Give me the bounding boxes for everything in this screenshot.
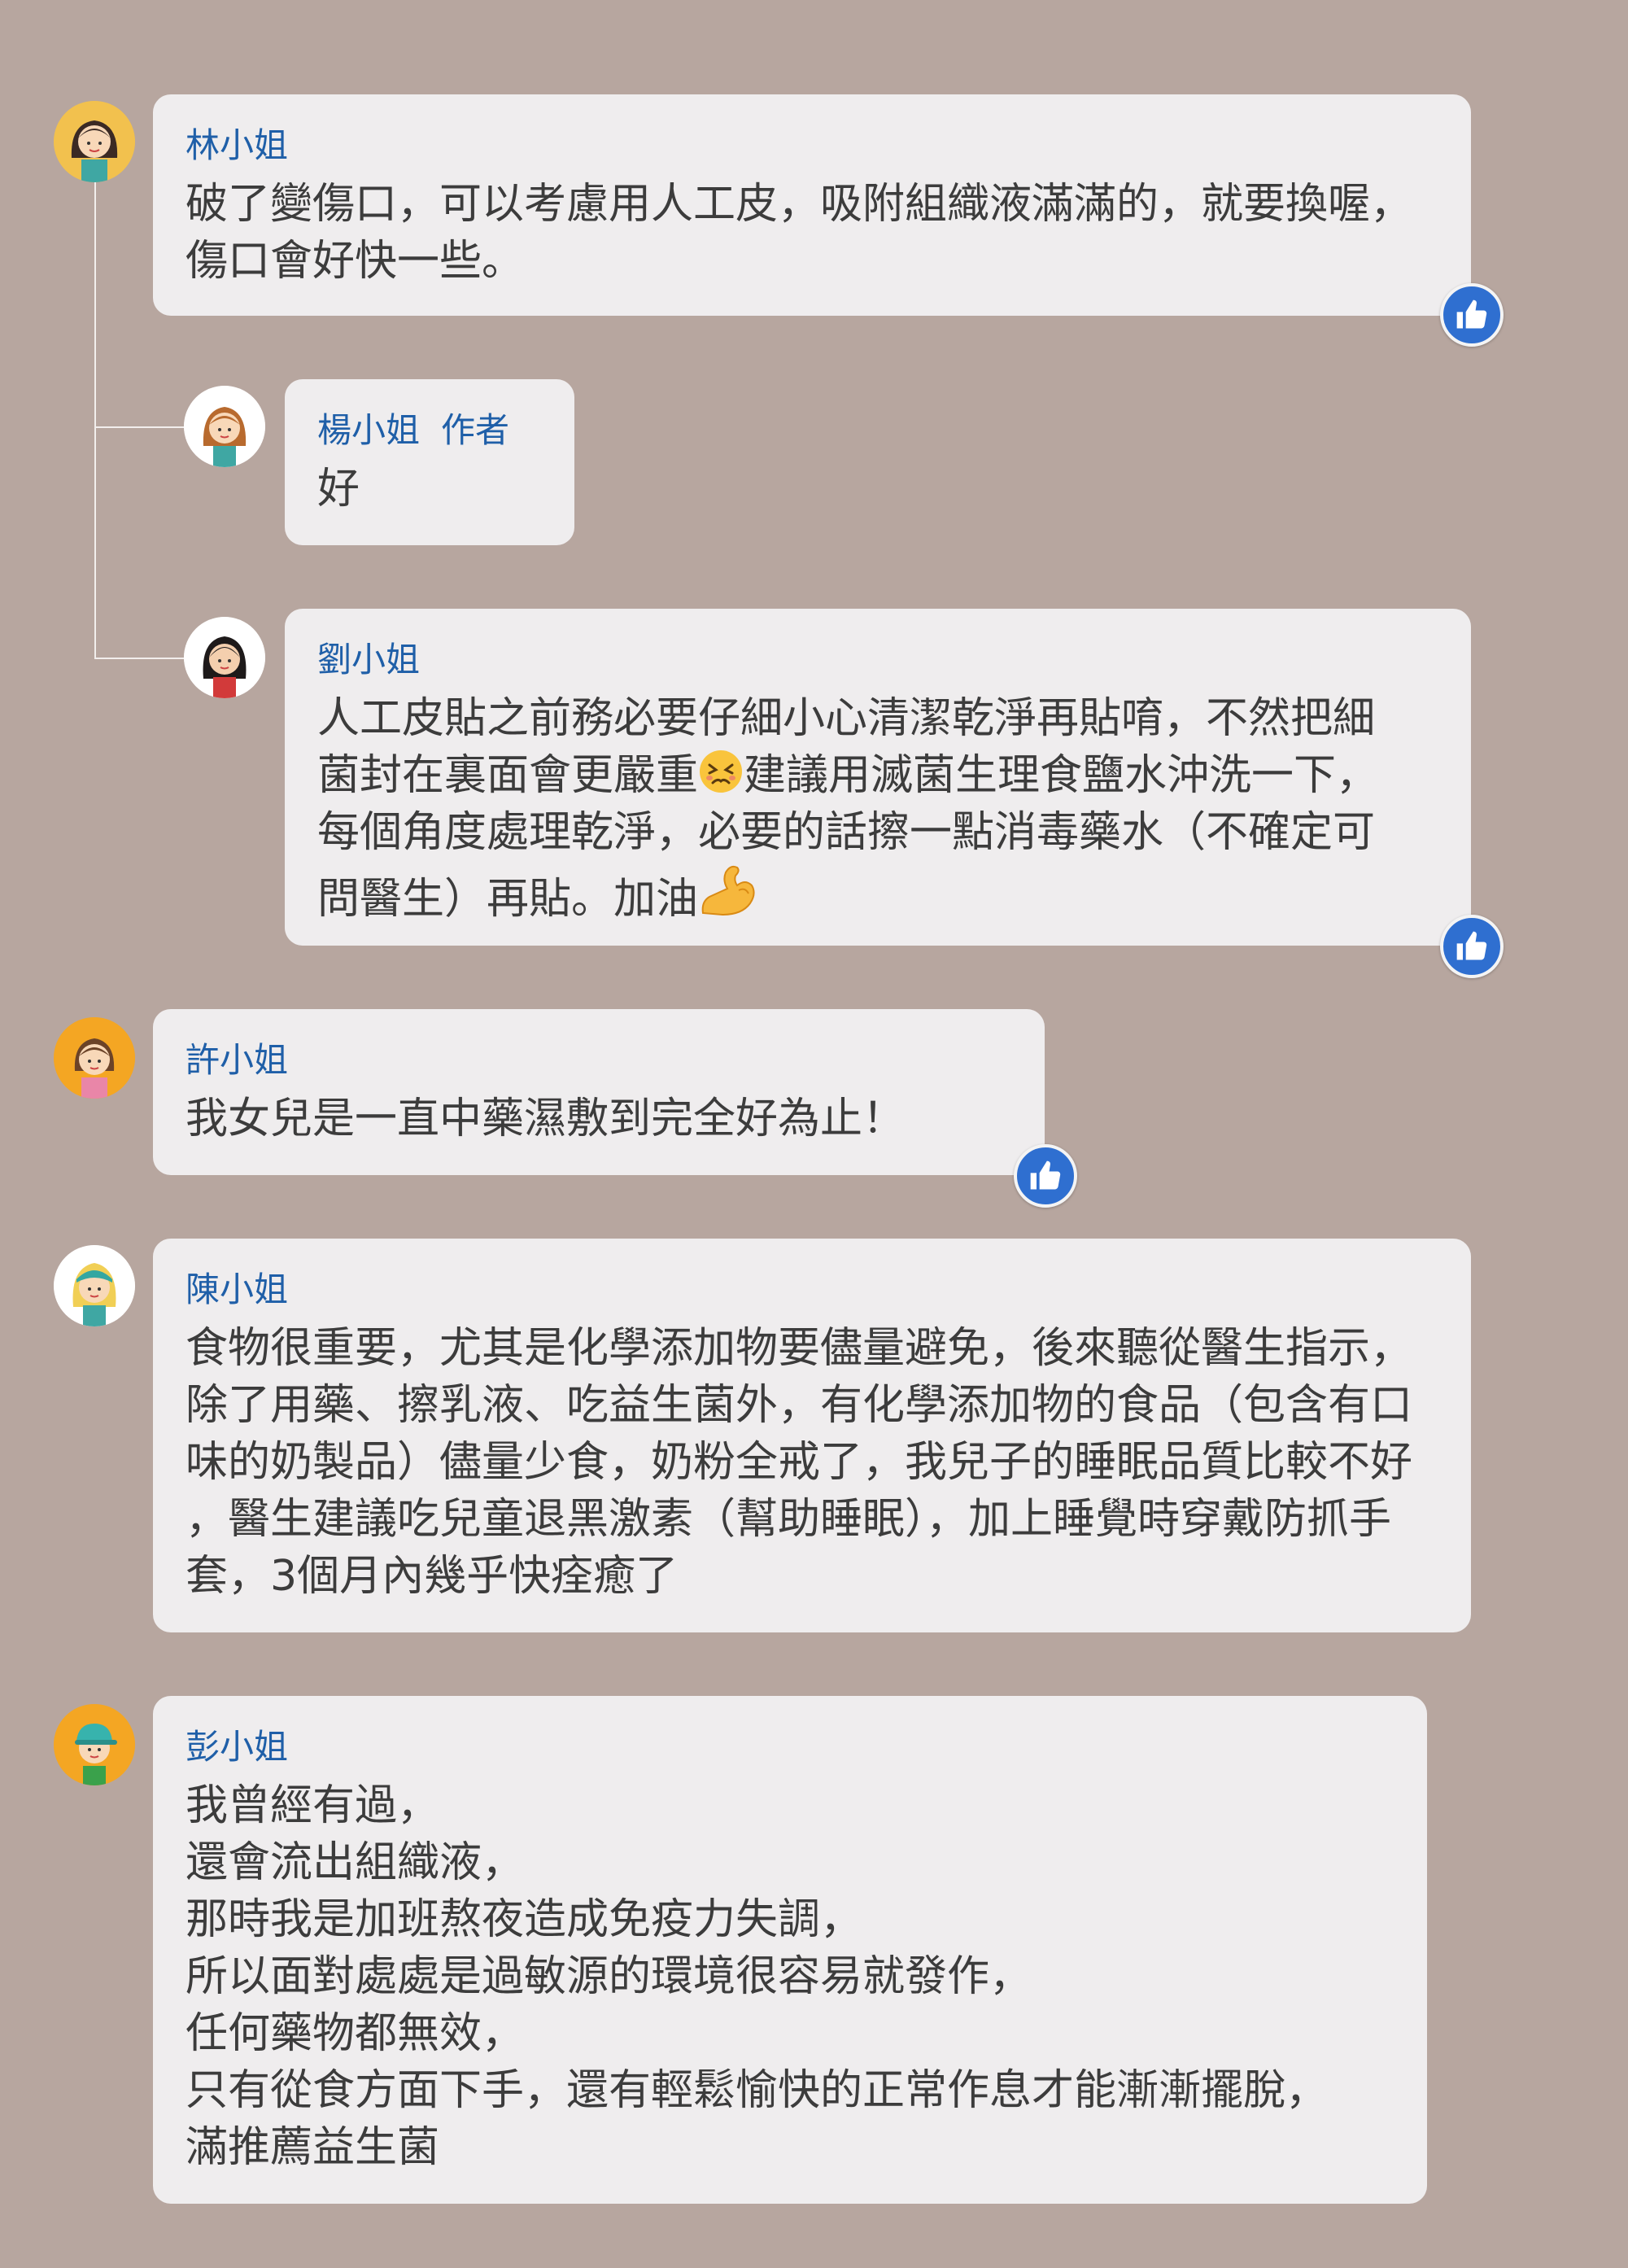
reply-branch-line [94,426,185,428]
comment-text: 人工皮貼之前務必要仔細小心清潔乾淨再貼唷，不然把細 菌封在裏面會更嚴重 建議用滅菌… [317,690,1438,928]
reply-branch-line [94,658,185,659]
commenter-name[interactable]: 陳小姐 [185,1269,1438,1310]
comment-text: 破了變傷口，可以考慮用人工皮，吸附組織液滿滿的，就要換喔， 傷口會好快一些。 [185,180,1413,286]
thumbs-up-icon [1030,1160,1061,1190]
thumbs-up-icon [1456,299,1487,329]
avatar[interactable] [54,1245,135,1326]
avatar[interactable] [54,1017,135,1099]
author-badge: 作者 [441,410,510,450]
commenter-name-label[interactable]: 楊小姐 [317,410,420,450]
comment-bubble: 許小姐 我女兒是一直中藥濕敷到完全好為止！ [153,1009,1045,1175]
commenter-name[interactable]: 彭小姐 [185,1727,1394,1768]
comment-bubble: 林小姐 破了變傷口，可以考慮用人工皮，吸附組織液滿滿的，就要換喔， 傷口會好快一… [153,94,1471,316]
commenter-name[interactable]: 劉小姐 [317,640,1438,680]
like-button[interactable] [1014,1144,1077,1208]
comment-bubble: 彭小姐 我曾經有過， 還會流出組織液， 那時我是加班熬夜造成免疫力失調， 所以面… [153,1696,1427,2204]
like-button[interactable] [1440,283,1504,347]
commenter-name[interactable]: 許小姐 [185,1040,1012,1081]
comment-text: 我曾經有過， 還會流出組織液， 那時我是加班熬夜造成免疫力失調， 所以面對處處是… [185,1781,1329,2172]
reply-thread-line [94,182,96,659]
avatar[interactable] [184,617,265,698]
comment-text: 好 [317,465,360,513]
persevering-face-emoji [700,750,743,793]
commenter-name[interactable]: 楊小姐 作者 [317,410,542,451]
avatar[interactable] [184,386,265,467]
avatar[interactable] [54,1704,135,1785]
comment-text: 食物很重要，尤其是化學添加物要儘量避免，後來聽從醫生指示， 除了用藥、擦乳液、吃… [185,1324,1413,1601]
like-button[interactable] [1440,915,1504,978]
avatar[interactable] [54,101,135,182]
comment-text: 我女兒是一直中藥濕敷到完全好為止！ [185,1095,906,1143]
flexed-biceps-emoji [701,865,755,916]
comment-bubble: 楊小姐 作者 好 [285,379,574,545]
comment-bubble: 劉小姐 人工皮貼之前務必要仔細小心清潔乾淨再貼唷，不然把細 菌封在裏面會更嚴重建… [285,609,1471,946]
thumbs-up-icon [1456,931,1487,960]
commenter-name[interactable]: 林小姐 [185,125,1438,166]
comment-bubble: 陳小姐 食物很重要，尤其是化學添加物要儘量避免，後來聽從醫生指示， 除了用藥、擦… [153,1239,1471,1632]
